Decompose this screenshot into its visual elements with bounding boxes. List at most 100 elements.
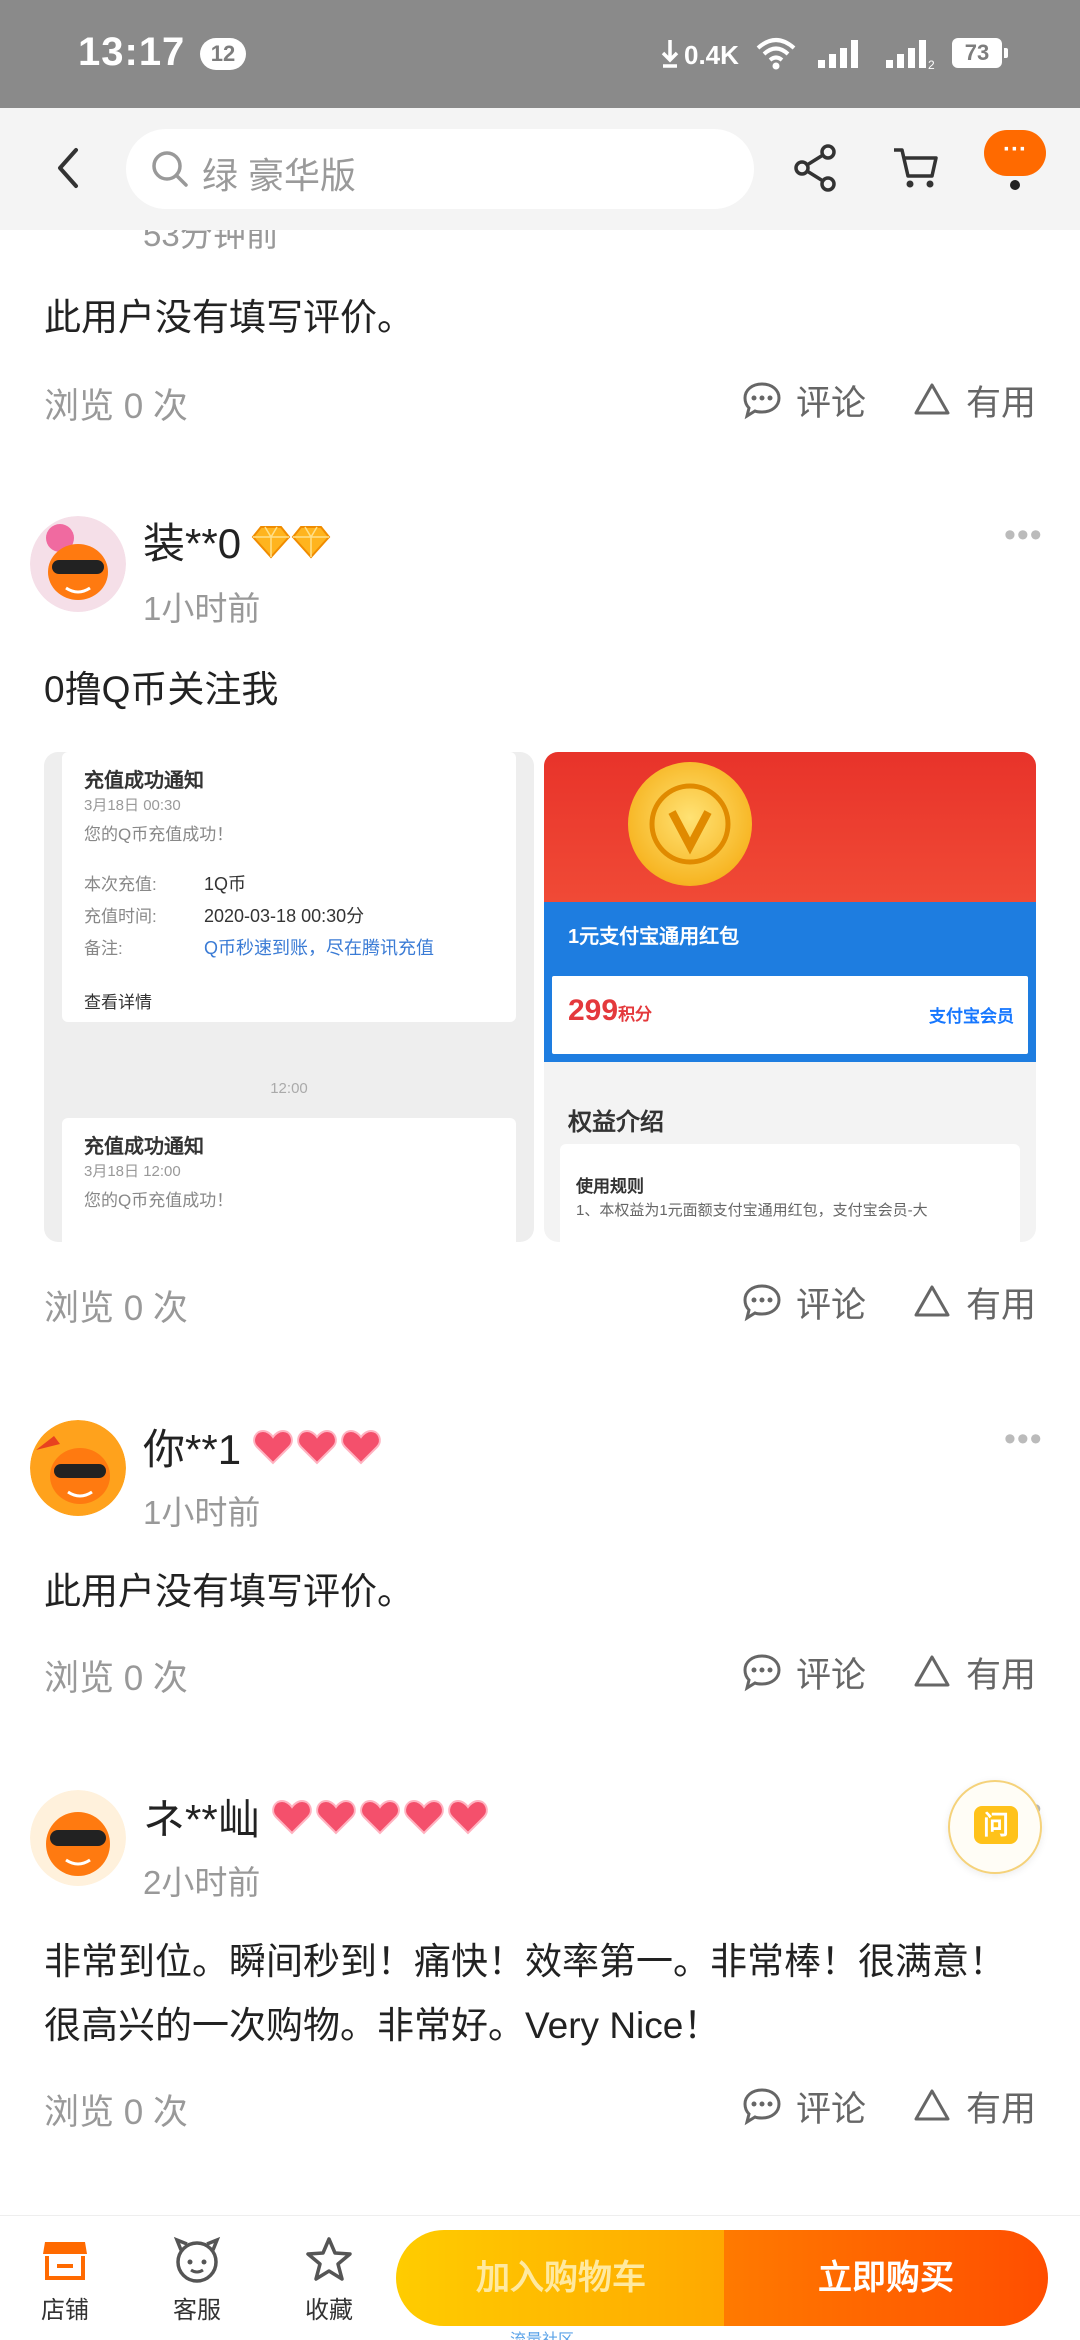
review-photos: 充值成功通知 3月18日 00:30 您的Q币充值成功！ 本次充值: 1Q币 充…: [0, 752, 1080, 1242]
points-card: 299积分 支付宝会员: [552, 976, 1028, 1054]
buy-now-button[interactable]: 立即购买: [724, 2230, 1048, 2326]
username-text: 你**1: [143, 1426, 242, 1473]
ask-question-button[interactable]: 问: [948, 1780, 1042, 1874]
comment-label: 评论: [796, 383, 867, 423]
tab-service[interactable]: 客服: [152, 2234, 242, 2325]
wifi-icon: [756, 38, 796, 70]
post-time: 1小时前: [143, 1494, 261, 1531]
status-bar: 13:17 12 0.4K 2 73: [0, 0, 1080, 108]
comment-icon: [743, 1284, 781, 1322]
signal-1-icon: [818, 40, 858, 68]
tab-store-label: 店铺: [41, 2297, 89, 2324]
diamond-badge-icon: [251, 525, 291, 558]
review-text-line: 很高兴的一次购物。非常好。Very Nice！: [44, 2005, 721, 2046]
heart-badge-icon: [403, 1799, 444, 1834]
add-to-cart-button[interactable]: 加入购物车: [396, 2230, 726, 2326]
comment-icon: [743, 382, 781, 420]
cart-icon[interactable]: [890, 142, 942, 194]
heart-badge-icon: [359, 1799, 400, 1834]
points-number: 299: [568, 994, 619, 1027]
review-more-icon[interactable]: •••: [1004, 516, 1043, 555]
username-text: ネ**屾: [143, 1796, 260, 1843]
username-text: 装**0: [143, 520, 242, 567]
avatar[interactable]: [30, 1790, 126, 1886]
thumbs-up-triangle-icon: [914, 2089, 950, 2121]
gold-coin-icon: [628, 762, 752, 886]
comment-button[interactable]: 评论: [742, 1648, 866, 1696]
review-text-line: 非常到位。瞬间秒到！痛快！效率第一。非常棒！很满意！: [44, 1941, 1006, 1982]
back-arrow-icon[interactable]: [40, 138, 100, 198]
comment-button[interactable]: 评论: [742, 1278, 866, 1326]
level-badges: [251, 1427, 383, 1467]
view-count: 浏览 0 次: [44, 2093, 188, 2132]
view-count: 浏览 0 次: [44, 1289, 188, 1328]
diamond-badge-icon: [291, 525, 331, 558]
more-menu-button[interactable]: ···: [984, 130, 1046, 176]
battery-indicator: 73: [952, 38, 1008, 68]
svg-text:2: 2: [928, 58, 935, 70]
review-username[interactable]: 你**1: [143, 1416, 383, 1477]
avatar[interactable]: [30, 1420, 126, 1516]
card-value: 1Q币: [204, 874, 247, 894]
card-value: 2020-03-18 00:30分: [204, 906, 365, 926]
rule-text: 1、本权益为1元面额支付宝通用红包，支付宝会员-大: [576, 1202, 928, 1219]
post-time: 53分钟前: [143, 230, 279, 253]
useful-button[interactable]: 有用: [912, 1648, 1036, 1696]
recharge-notice-card: 充值成功通知 3月18日 00:30 您的Q币充值成功！ 本次充值: 1Q币 充…: [62, 752, 516, 1022]
comment-button[interactable]: 评论: [742, 376, 866, 424]
card-subtitle: 您的Q币充值成功！: [84, 1191, 234, 1210]
review-username[interactable]: 装**0: [143, 510, 331, 571]
useful-button[interactable]: 有用: [912, 376, 1036, 424]
useful-label: 有用: [966, 1285, 1037, 1325]
thumbs-up-triangle-icon: [914, 383, 950, 415]
rule-box: 使用规则 1、本权益为1元面额支付宝通用红包，支付宝会员-大: [560, 1144, 1020, 1242]
search-input[interactable]: 绿 豪华版: [126, 129, 754, 209]
review-more-icon[interactable]: •••: [1004, 1420, 1043, 1459]
comment-button[interactable]: 评论: [742, 2082, 866, 2130]
comment-icon: [743, 2088, 781, 2126]
comment-label: 评论: [796, 1655, 867, 1695]
share-icon[interactable]: [790, 142, 842, 194]
review-text: 此用户没有填写评价。: [44, 297, 414, 338]
chat-time-divider: 12:00: [270, 1080, 308, 1097]
heart-badge-icon: [297, 1429, 337, 1464]
review-photo-recharge[interactable]: 充值成功通知 3月18日 00:30 您的Q币充值成功！ 本次充值: 1Q币 充…: [44, 752, 534, 1242]
useful-button[interactable]: 有用: [912, 1278, 1036, 1326]
review-text: 0撸Q币关注我: [44, 669, 279, 710]
review-text: 此用户没有填写评价。: [44, 1571, 414, 1612]
tab-favorite[interactable]: 收藏: [284, 2234, 374, 2325]
heart-badge-icon: [253, 1429, 293, 1464]
view-count: 浏览 0 次: [44, 387, 188, 426]
review-list: 53分钟前 此用户没有填写评价。 浏览 0 次 评论 有用 装**0 1小时前 …: [0, 230, 1080, 2215]
useful-label: 有用: [966, 1655, 1037, 1695]
notification-count-badge: 12: [200, 38, 246, 70]
net-speed: 0.4K: [684, 40, 739, 70]
rights-title: 权益介绍: [568, 1109, 664, 1136]
coupon-title: 1元支付宝通用红包: [568, 926, 740, 948]
card-date: 3月18日 12:00: [84, 1163, 181, 1180]
avatar[interactable]: [30, 516, 126, 612]
card-key: 本次充值:: [84, 875, 157, 894]
review-photo-redpacket[interactable]: 1元支付宝通用红包 299积分 支付宝会员 权益介绍 使用规则 1、本权益为1元…: [544, 752, 1036, 1242]
mascot-avatar-icon: [30, 516, 126, 612]
coupon-band: 1元支付宝通用红包 299积分 支付宝会员: [544, 902, 1036, 1062]
comment-icon: [743, 1654, 781, 1692]
signal-2-icon: 2: [886, 40, 935, 70]
comment-label: 评论: [796, 2089, 867, 2129]
useful-button[interactable]: 有用: [912, 2082, 1036, 2130]
bottom-hint-text: 流量社区: [510, 2326, 574, 2340]
card-detail-link: 查看详情: [84, 993, 152, 1012]
store-icon: [43, 2242, 87, 2280]
comment-label: 评论: [796, 1285, 867, 1325]
mascot-avatar-icon: [30, 1420, 126, 1516]
tab-store[interactable]: 店铺: [20, 2234, 110, 2325]
review-username[interactable]: ネ**屾: [143, 1786, 490, 1847]
customer-service-icon: [173, 2236, 221, 2283]
card-key: 充值时间:: [84, 907, 157, 926]
tab-service-label: 客服: [173, 2297, 221, 2324]
heart-badge-icon: [271, 1799, 312, 1834]
view-count: 浏览 0 次: [44, 1659, 188, 1698]
download-arrow-icon: [661, 40, 679, 68]
top-nav: 绿 豪华版 ···: [0, 108, 1080, 230]
recharge-notice-card: 充值成功通知 3月18日 12:00 您的Q币充值成功！: [62, 1118, 516, 1242]
